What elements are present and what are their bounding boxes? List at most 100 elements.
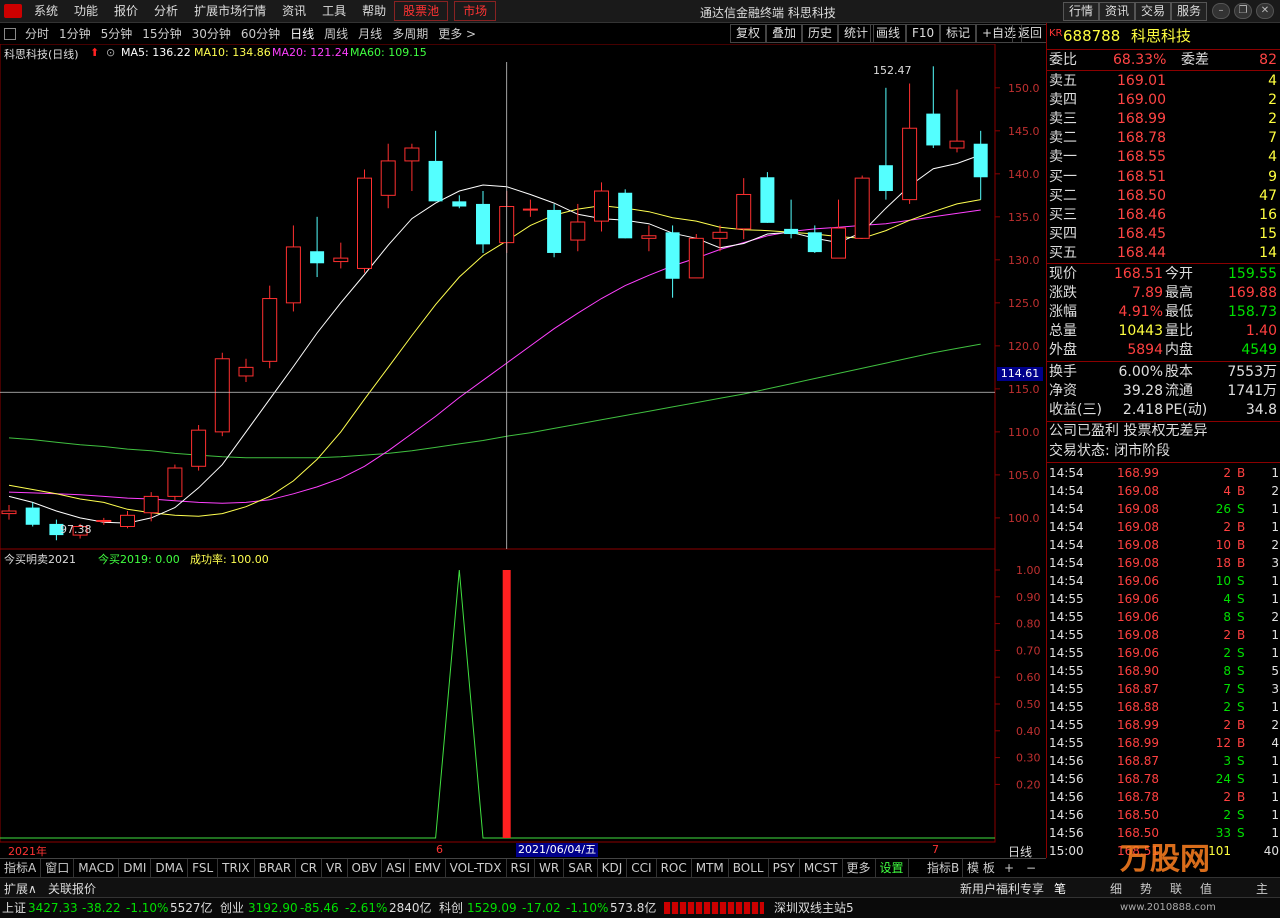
tool-stats[interactable]: 统计 xyxy=(838,24,875,43)
tool-overlay[interactable]: 叠加 xyxy=(766,24,803,43)
zoom-in-button[interactable]: + xyxy=(1004,859,1014,877)
tab-main[interactable]: 主 xyxy=(1256,880,1268,897)
expand-button[interactable]: 扩展∧ xyxy=(4,880,37,897)
menu-market[interactable]: 市场 xyxy=(454,1,497,21)
tick-row: 14:55 168.87 7 S 3 xyxy=(1049,682,1279,696)
menu-stock-pool[interactable]: 股票池 xyxy=(394,1,449,21)
menu-quote[interactable]: 报价 xyxy=(106,0,146,22)
ind-tab[interactable]: DMI xyxy=(119,859,152,877)
ind-tab-more[interactable]: 更多 xyxy=(843,859,876,877)
ind-tab[interactable]: EMV xyxy=(410,859,446,877)
ind-tab-settings[interactable]: 设置 xyxy=(876,859,909,877)
ind-tab[interactable]: VOL-TDX xyxy=(446,859,507,877)
period-tab[interactable]: 分时 xyxy=(20,25,54,42)
period-tab[interactable]: 1分钟 xyxy=(54,25,96,42)
candle-body-up xyxy=(238,366,254,377)
new-user-benefit-link[interactable]: 新用户福利专享 xyxy=(960,880,1044,897)
ind-tab[interactable]: SAR xyxy=(564,859,598,877)
menu-tools[interactable]: 工具 xyxy=(314,0,354,22)
tool-fuquan[interactable]: 复权 xyxy=(730,24,767,43)
ind-y-tick-label: 0.80 xyxy=(1016,618,1041,631)
stock-name: 科思科技 xyxy=(1131,27,1192,45)
ind-tab[interactable]: BOLL xyxy=(729,859,769,877)
ind-tab[interactable]: PSY xyxy=(769,859,800,877)
bid-row[interactable]: 买四 168.45 15 xyxy=(1047,225,1280,244)
ask-row[interactable]: 卖一 168.55 4 xyxy=(1047,148,1280,167)
period-tab[interactable]: 60分钟 xyxy=(236,25,285,42)
ind-tab[interactable]: MTM xyxy=(692,859,729,877)
ind-tab[interactable]: 指标A xyxy=(0,859,42,877)
ind-tab[interactable]: RSI xyxy=(507,859,536,877)
top-btn-quote[interactable]: 行情 xyxy=(1063,2,1100,21)
candle-body-down xyxy=(807,232,822,253)
ind-tab[interactable]: ROC xyxy=(657,859,692,877)
ind-tab[interactable]: VR xyxy=(322,859,348,877)
close-icon[interactable]: ✕ xyxy=(1256,3,1274,19)
top-btn-info[interactable]: 资讯 xyxy=(1099,2,1136,21)
tool-back[interactable]: 返回 xyxy=(1012,24,1049,43)
period-tab[interactable]: 月线 xyxy=(353,25,387,42)
ind-tab[interactable]: WR xyxy=(535,859,565,877)
ind-tab[interactable]: OBV xyxy=(348,859,383,877)
restore-icon[interactable]: ❐ xyxy=(1234,3,1252,19)
period-tab-active[interactable]: 日线 xyxy=(285,25,319,42)
top-btn-trade[interactable]: 交易 xyxy=(1135,2,1172,21)
ind-tab[interactable]: DMA xyxy=(151,859,189,877)
minimize-icon[interactable]: – xyxy=(1212,3,1230,19)
tab-detail[interactable]: 细 xyxy=(1110,880,1122,897)
ask-row[interactable]: 卖三 168.99 2 xyxy=(1047,110,1280,129)
market-breadth-bar xyxy=(664,902,764,914)
bid-row[interactable]: 买五 168.44 14 xyxy=(1047,244,1280,263)
bid-row[interactable]: 买二 168.50 47 xyxy=(1047,187,1280,206)
ind-tab[interactable]: MACD xyxy=(74,859,120,877)
ind-tab[interactable]: CCI xyxy=(627,859,657,877)
period-tab[interactable]: 周线 xyxy=(319,25,353,42)
menu-info[interactable]: 资讯 xyxy=(274,0,314,22)
cy-index-pct: -2.61% xyxy=(345,901,388,915)
ind-tab[interactable]: CR xyxy=(296,859,322,877)
tick-row: 14:54 169.06 10 S 1 xyxy=(1049,574,1279,588)
tab-link[interactable]: 联 xyxy=(1170,880,1182,897)
menu-square-icon[interactable] xyxy=(4,27,16,40)
zoom-out-button[interactable]: − xyxy=(1026,859,1036,877)
period-tab[interactable]: 30分钟 xyxy=(187,25,236,42)
menu-function[interactable]: 功能 xyxy=(66,0,106,22)
kline-chart[interactable]: 100.0 105.0 110.0 115.0 120.0 125.0 130.0 135.0… xyxy=(0,44,1046,858)
menu-help[interactable]: 帮助 xyxy=(354,0,394,22)
top-btn-service[interactable]: 服务 xyxy=(1171,2,1208,21)
tab-trend[interactable]: 势 xyxy=(1140,880,1152,897)
ind-tab[interactable]: BRAR xyxy=(255,859,297,877)
ind-tab[interactable]: TRIX xyxy=(218,859,255,877)
tool-draw[interactable]: 画线 xyxy=(870,24,907,43)
menu-ext-market[interactable]: 扩展市场行情 xyxy=(186,0,274,22)
tab-tick[interactable]: 笔 xyxy=(1054,880,1066,897)
low-price-label: 97.38 xyxy=(60,523,92,536)
bid-row[interactable]: 买三 168.46 16 xyxy=(1047,206,1280,225)
ask-row[interactable]: 卖四 169.00 2 xyxy=(1047,91,1280,110)
indicator-b-button[interactable]: 指标B xyxy=(924,859,964,877)
ind-tab[interactable]: 窗口 xyxy=(41,859,75,877)
related-quote-button[interactable]: 关联报价 xyxy=(48,880,96,897)
main-panel-frame xyxy=(0,44,996,550)
period-tab[interactable]: 5分钟 xyxy=(96,25,138,42)
tool-history[interactable]: 历史 xyxy=(802,24,839,43)
ind-tab[interactable]: FSL xyxy=(188,859,219,877)
period-tab[interactable]: 多周期 xyxy=(387,25,433,42)
ind-tab[interactable]: KDJ xyxy=(598,859,628,877)
period-tab[interactable]: 15分钟 xyxy=(137,25,186,42)
ind-tab[interactable]: ASI xyxy=(382,859,411,877)
menu-system[interactable]: 系统 xyxy=(26,0,66,22)
menu-analysis[interactable]: 分析 xyxy=(146,0,186,22)
bid-row[interactable]: 买一 168.51 9 xyxy=(1047,168,1280,187)
tool-mark[interactable]: 标记 xyxy=(940,24,977,43)
period-tab[interactable]: 更多 > xyxy=(433,25,481,42)
tool-f10[interactable]: F10 xyxy=(906,24,941,43)
y-tick-label: 130.0 xyxy=(1008,254,1040,267)
ask-row[interactable]: 卖二 168.78 7 xyxy=(1047,129,1280,148)
ask-row[interactable]: 卖五 169.01 4 xyxy=(1047,72,1280,91)
tick-row: 14:54 169.08 26 S 1 xyxy=(1049,502,1279,516)
indicator-name: 今买明卖2021 xyxy=(4,553,76,566)
ind-tab[interactable]: MCST xyxy=(800,859,843,877)
tab-value[interactable]: 值 xyxy=(1200,880,1212,897)
template-button[interactable]: 模 板 xyxy=(964,859,998,877)
